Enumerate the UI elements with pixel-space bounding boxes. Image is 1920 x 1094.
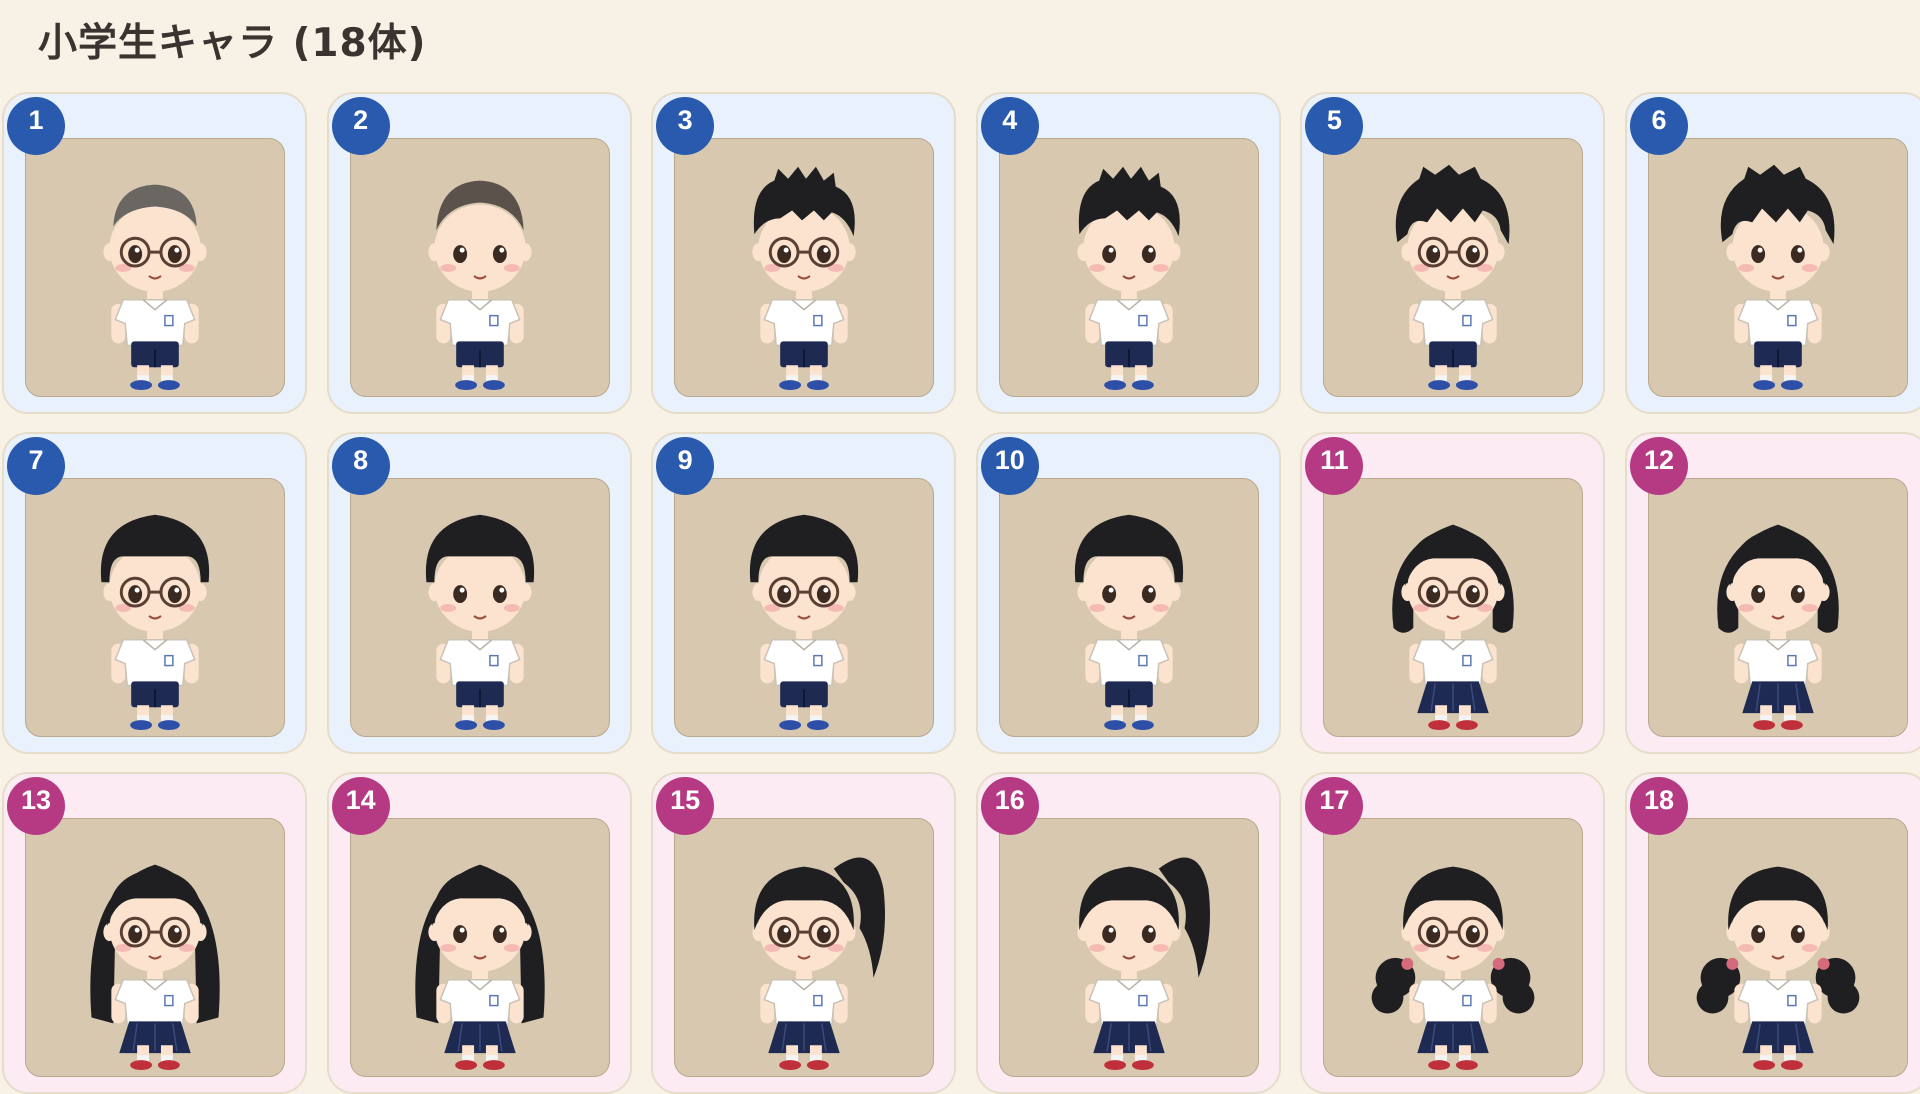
character-number-badge: 6	[1629, 97, 1688, 155]
character-portrait	[674, 818, 935, 1077]
character-card[interactable]: 10	[975, 432, 1281, 754]
character-portrait	[349, 478, 610, 737]
character-number-badge: 13	[7, 777, 65, 835]
character-card[interactable]: 14	[326, 772, 632, 1094]
character-portrait	[1647, 818, 1908, 1077]
character-number-badge: 16	[980, 777, 1039, 835]
character-card[interactable]: 7	[2, 432, 307, 754]
character-number-badge: 14	[331, 777, 390, 835]
character-portrait	[25, 138, 285, 397]
character-number-badge: 1	[7, 97, 65, 155]
character-portrait	[674, 138, 935, 397]
character-portrait	[674, 478, 935, 737]
character-number-badge: 12	[1629, 437, 1688, 495]
character-card[interactable]: 17	[1300, 772, 1606, 1094]
character-number-badge: 7	[7, 437, 65, 495]
character-card[interactable]: 11	[1300, 432, 1606, 754]
character-portrait	[25, 478, 285, 737]
character-number-badge: 17	[1305, 777, 1364, 835]
character-portrait	[998, 478, 1259, 737]
character-card[interactable]: 2	[326, 92, 632, 414]
character-grid: 1 2 3 4 5 6 7 8 9 10 11 12 13 14 15 16 1…	[2, 92, 1920, 1094]
character-card[interactable]: 15	[651, 772, 957, 1094]
character-number-badge: 8	[331, 437, 390, 495]
character-portrait	[349, 818, 610, 1077]
character-number-badge: 2	[331, 97, 390, 155]
character-number-badge: 9	[656, 437, 715, 495]
character-card[interactable]: 1	[2, 92, 307, 414]
character-portrait	[1647, 478, 1908, 737]
character-card[interactable]: 18	[1624, 772, 1920, 1094]
character-card[interactable]: 16	[975, 772, 1281, 1094]
character-portrait	[349, 138, 610, 397]
character-number-badge: 3	[656, 97, 715, 155]
character-card[interactable]: 12	[1624, 432, 1920, 754]
character-number-badge: 4	[980, 97, 1039, 155]
character-portrait	[1323, 818, 1584, 1077]
character-card[interactable]: 5	[1300, 92, 1606, 414]
character-card[interactable]: 6	[1624, 92, 1920, 414]
character-number-badge: 15	[656, 777, 715, 835]
character-portrait	[1647, 138, 1908, 397]
character-card[interactable]: 4	[975, 92, 1281, 414]
character-portrait	[998, 138, 1259, 397]
character-card[interactable]: 13	[2, 772, 307, 1094]
character-portrait	[998, 818, 1259, 1077]
character-portrait	[1323, 478, 1584, 737]
character-number-badge: 5	[1305, 97, 1364, 155]
character-card[interactable]: 8	[326, 432, 632, 754]
character-number-badge: 18	[1629, 777, 1688, 835]
character-card[interactable]: 9	[651, 432, 957, 754]
character-number-badge: 10	[980, 437, 1039, 495]
character-card[interactable]: 3	[651, 92, 957, 414]
character-number-badge: 11	[1305, 437, 1364, 495]
character-portrait	[25, 818, 285, 1077]
page-title: 小学生キャラ (18体)	[38, 21, 427, 66]
character-portrait	[1323, 138, 1584, 397]
